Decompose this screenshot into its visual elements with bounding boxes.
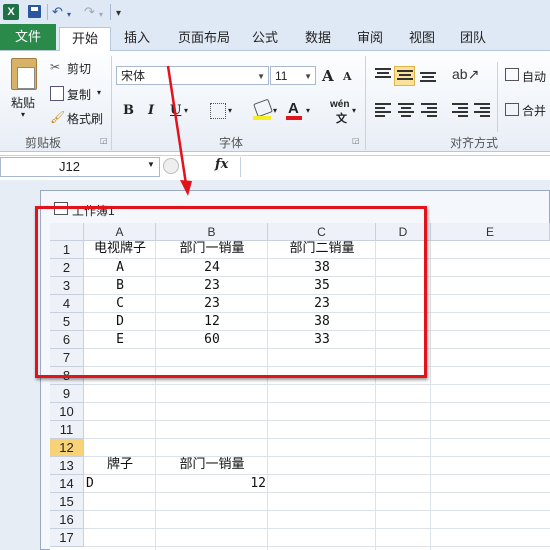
- annotation-arrow: [166, 65, 192, 196]
